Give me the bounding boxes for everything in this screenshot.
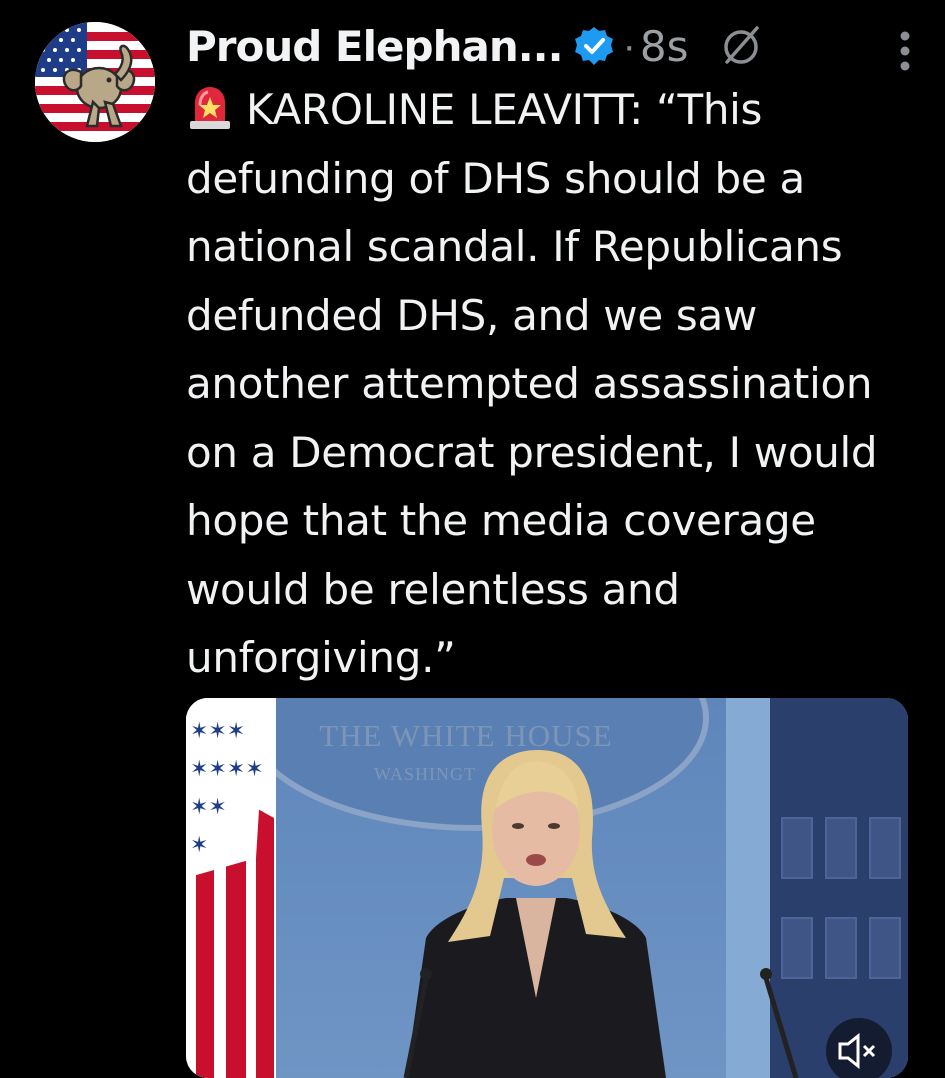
svg-text:✶✶✶✶: ✶✶✶✶ [190, 757, 264, 782]
post-header: Proud Elephan... · 8s [186, 16, 915, 76]
elephant-flag-avatar-icon [35, 22, 155, 142]
timestamp[interactable]: 8s [640, 22, 689, 71]
seal-title: THE WHITE HOUSE [319, 718, 613, 753]
post-text-content: KAROLINE LEAVITT: “This defunding of DHS… [186, 85, 878, 682]
avatar[interactable] [35, 22, 155, 142]
mute-icon [838, 1032, 876, 1070]
video-thumbnail[interactable]: ✶✶✶ ✶✶✶✶ ✶✶ ✶ THE WHITE HOUSE WASHINGT [186, 698, 908, 1078]
post[interactable]: Proud Elephan... · 8s KAROLINE LEAVITT: … [0, 0, 945, 1078]
post-text: KAROLINE LEAVITT: “This defunding of DHS… [186, 76, 916, 693]
svg-text:✶✶: ✶✶ [190, 795, 227, 820]
more-vertical-icon[interactable] [895, 26, 915, 76]
header-separator: · [622, 23, 636, 68]
svg-text:✶: ✶ [190, 833, 208, 858]
svg-text:✶✶✶: ✶✶✶ [190, 719, 245, 744]
verified-badge-icon [573, 25, 615, 67]
mute-button[interactable] [826, 1018, 892, 1078]
display-name[interactable]: Proud Elephan... [186, 22, 564, 71]
siren-icon [186, 83, 234, 131]
grok-icon[interactable] [719, 24, 763, 68]
seal-subtitle: WASHINGT [374, 764, 476, 784]
press-briefing-scene: ✶✶✶ ✶✶✶✶ ✶✶ ✶ [186, 698, 908, 1078]
